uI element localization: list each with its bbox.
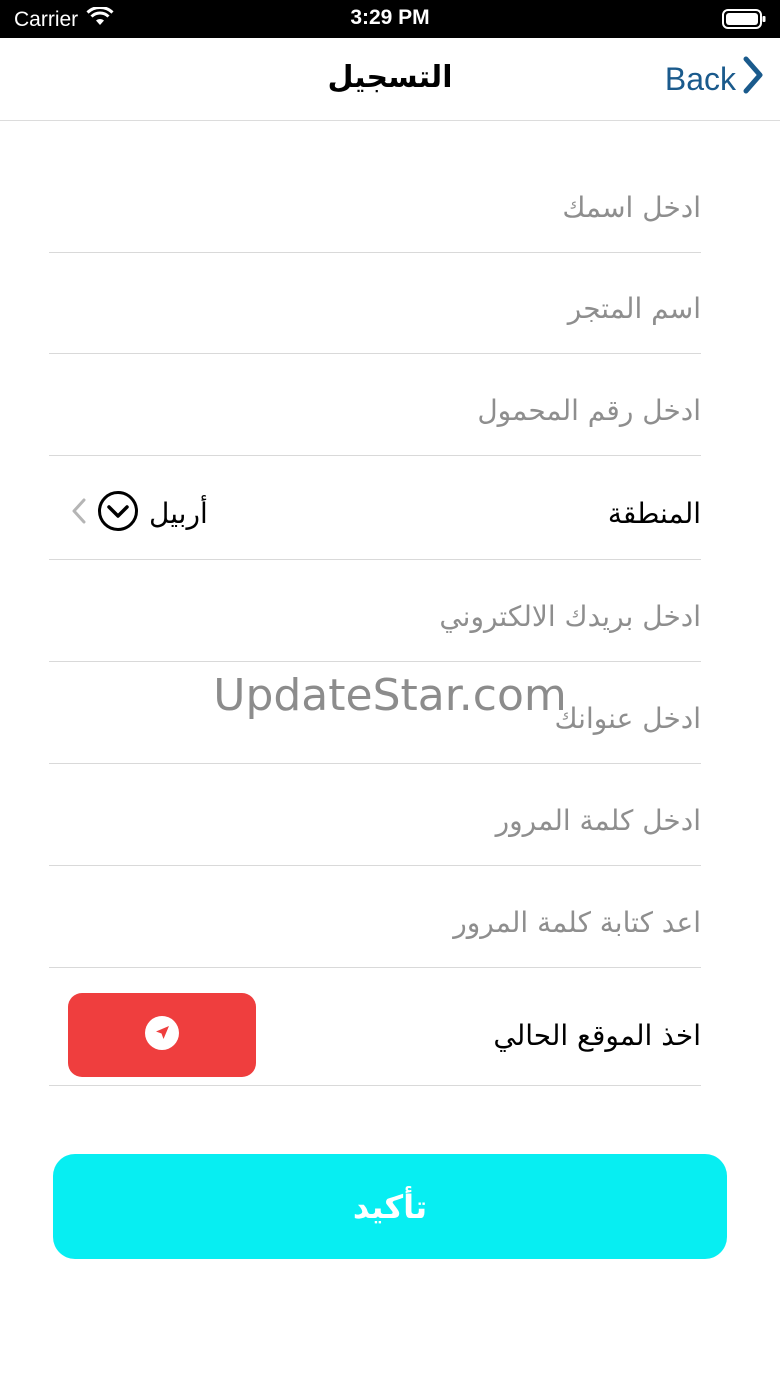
store-field-wrap [49, 264, 701, 353]
region-dropdown[interactable]: أربيل [71, 467, 208, 559]
confirm-label: تأكيد [352, 1187, 428, 1226]
phone-row [49, 365, 701, 456]
back-button[interactable]: Back [665, 56, 764, 102]
region-value: أربيل [149, 496, 208, 530]
back-label: Back [664, 60, 736, 97]
battery-icon [722, 9, 766, 29]
get-location-button[interactable] [68, 993, 256, 1077]
confirm-button[interactable]: تأكيد [53, 1154, 727, 1259]
status-time: 3:29 PM [350, 6, 430, 29]
location-row: اخذ الموقع الحالي [49, 985, 701, 1086]
password-confirm-row [49, 877, 701, 968]
phone-input[interactable] [49, 393, 701, 427]
password-confirm-field-wrap [49, 877, 701, 967]
store-name-input[interactable] [49, 292, 701, 325]
address-row [49, 673, 701, 764]
email-field-wrap [49, 571, 701, 661]
address-input[interactable] [49, 701, 701, 735]
phone-field-wrap [49, 365, 701, 455]
store-row [49, 264, 701, 354]
name-input[interactable] [49, 190, 701, 224]
email-row [49, 571, 701, 662]
page-title: التسجيل [327, 60, 453, 95]
status-bar: Carrier 3:29 PM [0, 0, 780, 38]
password-input[interactable] [49, 803, 701, 837]
name-field-wrap [49, 162, 701, 252]
navigation-arrow-icon [144, 1015, 180, 1055]
region-row: المنطقة أربيل [49, 467, 701, 560]
email-input[interactable] [49, 599, 701, 633]
chevron-down-circle-icon [97, 490, 139, 536]
password-row [49, 775, 701, 866]
location-label: اخذ الموقع الحالي [493, 1018, 701, 1052]
chevron-left-icon [71, 497, 87, 529]
name-row [49, 162, 701, 253]
region-label: المنطقة [607, 496, 701, 530]
navigation-bar: التسجيل Back [0, 38, 780, 121]
address-field-wrap [49, 673, 701, 763]
chevron-right-icon [742, 56, 764, 102]
password-field-wrap [49, 775, 701, 865]
password-confirm-input[interactable] [49, 905, 701, 939]
